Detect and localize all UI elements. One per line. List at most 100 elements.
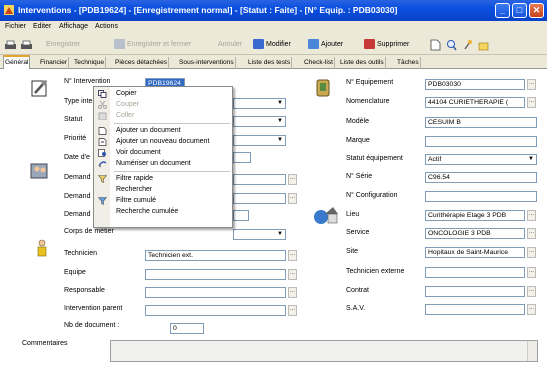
tab-technique[interactable]: Technique bbox=[73, 57, 107, 69]
tab-liste-des-outils[interactable]: Liste des outils bbox=[339, 57, 386, 69]
menu-item-filtre-rapide-label: Filtre rapide bbox=[116, 175, 153, 182]
menu-item-numeriser-document[interactable]: Numériser un document bbox=[94, 159, 232, 169]
annuler-button[interactable]: Annuler bbox=[218, 38, 242, 52]
menu-item-ajouter-document[interactable]: Ajouter un document bbox=[94, 126, 232, 136]
demandeur-1-browse-button[interactable]: ... bbox=[288, 174, 297, 185]
menu-actions[interactable]: Actions bbox=[95, 23, 118, 30]
priorite-label: Priorité bbox=[64, 135, 87, 142]
commentaires-textarea[interactable] bbox=[110, 340, 538, 362]
tab-taches[interactable]: Tâches bbox=[396, 57, 421, 69]
nomenclature-browse-button[interactable]: ... bbox=[527, 97, 536, 108]
toolbar: Enregistrer Enregistrer et fermer Annule… bbox=[0, 35, 547, 55]
site-field[interactable]: Hopitaux de Saint-Maurice bbox=[425, 247, 525, 258]
menu-item-couper[interactable]: Couper bbox=[94, 100, 232, 110]
menu-item-coller[interactable]: Coller bbox=[94, 111, 232, 121]
dropdown-arrow-icon: ▼ bbox=[275, 230, 285, 239]
contrat-browse-button[interactable]: ... bbox=[527, 286, 536, 297]
demandeur-field-3[interactable] bbox=[233, 210, 249, 221]
corps-metier-select[interactable]: ▼ bbox=[233, 229, 286, 240]
cut-icon bbox=[98, 101, 107, 109]
service-browse-button[interactable]: ... bbox=[527, 228, 536, 239]
close-button[interactable]: ✕ bbox=[529, 3, 544, 18]
technicien-externe-browse-button[interactable]: ... bbox=[527, 267, 536, 278]
dropdown-arrow-icon: ▼ bbox=[275, 136, 285, 145]
ajouter-button[interactable]: Ajouter bbox=[308, 38, 343, 52]
responsable-field[interactable] bbox=[145, 287, 286, 298]
enregistrer-label: Enregistrer bbox=[46, 41, 81, 48]
supprimer-button[interactable]: Supprimer bbox=[364, 38, 409, 52]
statut-equipement-select[interactable]: Actif ▼ bbox=[425, 154, 537, 165]
priorite-select[interactable]: ▼ bbox=[233, 135, 286, 146]
demandeur-label-2: Demand bbox=[64, 193, 91, 200]
contrat-field[interactable] bbox=[425, 286, 525, 297]
print-icon[interactable] bbox=[4, 40, 17, 51]
technicien-externe-field[interactable] bbox=[425, 267, 525, 278]
technicien-field[interactable]: Technicien ext. bbox=[145, 250, 286, 261]
lieu-field[interactable]: Curithérapie Etage 3 PDB bbox=[425, 210, 525, 221]
menu-item-recherche-cumulee[interactable]: Recherche cumulée bbox=[94, 207, 232, 217]
lieu-browse-button[interactable]: ... bbox=[527, 210, 536, 221]
menu-editer[interactable]: Editer bbox=[33, 23, 51, 30]
menu-affichage[interactable]: Affichage bbox=[59, 23, 88, 30]
search-icon[interactable] bbox=[446, 39, 457, 51]
demandeur-2-browse-button[interactable]: ... bbox=[288, 193, 297, 204]
marque-field[interactable] bbox=[425, 136, 537, 147]
menu-item-filtre-cumule-label: Filtre cumulé bbox=[116, 197, 157, 204]
demandeur-field-1[interactable] bbox=[233, 174, 286, 185]
tab-check-list[interactable]: Check-list bbox=[303, 57, 335, 69]
type-intervention-label: Type inte bbox=[64, 98, 93, 105]
n-configuration-field[interactable] bbox=[425, 191, 537, 202]
modifier-button[interactable]: Modifier bbox=[253, 38, 291, 52]
menu-item-voir-document-label: Voir document bbox=[116, 149, 161, 156]
service-field[interactable]: ONCOLOGIE 3 PDB bbox=[425, 228, 525, 239]
date-field[interactable] bbox=[233, 152, 251, 163]
intervention-parent-field[interactable] bbox=[145, 305, 286, 316]
maximize-button[interactable]: □ bbox=[512, 3, 527, 18]
tab-pieces-detachees[interactable]: Pièces détachées bbox=[114, 57, 170, 69]
tab-liste-des-tests[interactable]: Liste des tests bbox=[247, 57, 293, 69]
tab-general[interactable]: Général bbox=[3, 55, 31, 70]
equipe-field[interactable] bbox=[145, 269, 286, 280]
add-icon bbox=[308, 39, 319, 50]
menu-item-copier[interactable]: Copier bbox=[94, 89, 232, 99]
supprimer-label: Supprimer bbox=[377, 41, 410, 48]
responsable-browse-button[interactable]: ... bbox=[288, 287, 297, 298]
n-equipement-field[interactable]: PDB03030 bbox=[425, 79, 525, 90]
statut-label: Statut bbox=[64, 116, 83, 123]
menu-item-ajouter-nouveau-document[interactable]: Ajouter un nouveau document bbox=[94, 137, 232, 147]
document-icon[interactable] bbox=[430, 39, 441, 51]
site-browse-button[interactable]: ... bbox=[527, 247, 536, 258]
modele-field[interactable]: CESUIM B bbox=[425, 117, 537, 128]
menu-item-voir-document[interactable]: Voir document bbox=[94, 148, 232, 158]
statut-select[interactable]: ▼ bbox=[233, 116, 286, 127]
enregistrer-fermer-button[interactable]: Enregistrer et fermer bbox=[114, 38, 191, 52]
contrat-label: Contrat bbox=[346, 287, 369, 294]
technicien-browse-button[interactable]: ... bbox=[288, 250, 297, 261]
type-intervention-select[interactable]: ▼ bbox=[233, 98, 286, 109]
menu-fichier[interactable]: Fichier bbox=[5, 23, 26, 30]
demandeur-field-2[interactable] bbox=[233, 193, 286, 204]
folder-icon[interactable] bbox=[478, 39, 489, 51]
tab-sous-interventions[interactable]: Sous-interventions bbox=[178, 57, 236, 69]
commentaires-scrollbar[interactable] bbox=[527, 341, 537, 361]
menu-item-filtre-rapide[interactable]: Filtre rapide bbox=[94, 174, 232, 184]
n-equipement-browse-button[interactable]: ... bbox=[527, 79, 536, 90]
minimize-button[interactable]: _ bbox=[495, 3, 510, 18]
sav-field[interactable] bbox=[425, 304, 525, 315]
intervention-parent-browse-button[interactable]: ... bbox=[288, 305, 297, 316]
menu-separator bbox=[114, 123, 230, 124]
tab-financier[interactable]: Financier bbox=[39, 57, 70, 69]
enregistrer-fermer-label: Enregistrer et fermer bbox=[127, 41, 192, 48]
print-preview-icon[interactable] bbox=[20, 40, 33, 51]
equipe-browse-button[interactable]: ... bbox=[288, 269, 297, 280]
menu-item-rechercher[interactable]: Rechercher bbox=[94, 185, 232, 195]
menu-item-coller-label: Coller bbox=[116, 112, 135, 119]
enregistrer-button[interactable]: Enregistrer bbox=[46, 38, 80, 52]
menu-item-copier-label: Copier bbox=[116, 90, 137, 97]
menu-item-filtre-cumule[interactable]: Filtre cumulé bbox=[94, 196, 232, 206]
responsable-label: Responsable bbox=[64, 287, 105, 294]
attach-icon[interactable] bbox=[462, 39, 473, 51]
sav-browse-button[interactable]: ... bbox=[527, 304, 536, 315]
n-serie-field[interactable]: C96.54 bbox=[425, 172, 537, 183]
nomenclature-field[interactable]: 44104 CURIETHERAPIE ( bbox=[425, 97, 525, 108]
